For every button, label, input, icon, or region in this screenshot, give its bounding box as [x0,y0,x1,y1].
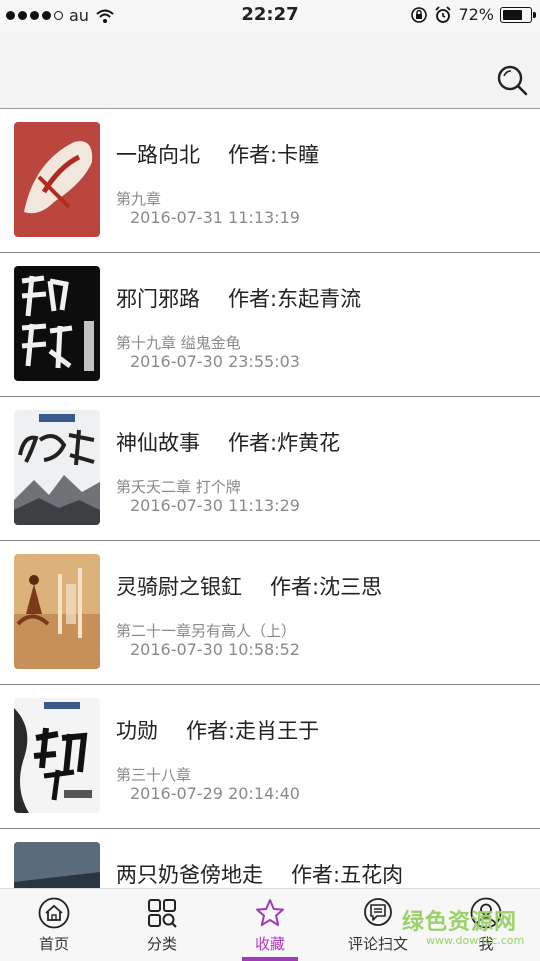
book-title: 功勋 [116,719,158,743]
book-cover [14,122,100,237]
latest-chapter: 第二十一章另有高人（上） [116,622,297,640]
book-title: 一路向北 [116,143,200,167]
tab-category[interactable]: 分类 [108,889,216,961]
book-author: 作者:五花肉 [291,863,404,887]
book-item[interactable]: 灵骑尉之银釭 作者:沈三思 第二十一章另有高人（上） 2016-07-30 10:… [0,541,540,685]
book-cover [14,698,100,813]
update-time: 2016-07-30 11:13:29 [130,496,300,515]
update-time: 2016-07-30 10:58:52 [130,640,300,659]
battery-icon [500,6,536,23]
tab-label: 收藏 [254,935,285,953]
book-title: 神仙故事 [116,431,200,455]
tab-label: 分类 [146,935,177,953]
book-item[interactable]: 两只奶爸傍地走 作者:五花肉 [0,829,540,888]
book-item[interactable]: 神仙故事 作者:炸黄花 第夭夭二章 打个牌 2016-07-30 11:13:29 [0,397,540,541]
update-time: 2016-07-31 11:13:19 [130,208,300,227]
watermark: 绿色资源网 www.downcc.com [402,904,525,950]
book-title: 邪门邪路 [116,287,200,311]
status-bar: au 22:27 72% [0,0,540,32]
favorites-list: 一路向北 作者:卡瞳 第九章 2016-07-31 11:13:19 邪门邪路 作者… [0,109,540,888]
book-title: 灵骑尉之银釭 [116,575,242,599]
book-author: 作者:卡瞳 [228,143,320,167]
home-icon [38,897,70,929]
book-item[interactable]: 功勋 作者:走肖王于 第三十八章 2016-07-29 20:14:40 [0,685,540,829]
book-author: 作者:走肖王于 [186,719,320,743]
top-bar [0,32,540,109]
latest-chapter: 第三十八章 [116,766,192,784]
search-icon[interactable] [496,64,528,96]
category-icon [148,899,177,928]
book-cover [14,554,100,669]
battery-percent: 72% [458,5,494,24]
book-title-row: 一路向北 作者:卡瞳 [116,139,319,169]
alarm-icon [435,5,452,23]
book-title-row: 灵骑尉之银釭 作者:沈三思 [116,571,382,601]
comment-icon [364,898,392,926]
book-title-row: 功勋 作者:走肖王于 [116,715,319,745]
active-tab-indicator [242,957,298,961]
book-title: 两只奶爸傍地走 [116,863,263,887]
watermark-title: 绿色资源网 [402,910,518,935]
tab-home[interactable]: 首页 [0,889,108,961]
book-cover [14,266,100,381]
book-item[interactable]: 一路向北 作者:卡瞳 第九章 2016-07-31 11:13:19 [0,109,540,253]
book-author: 作者:东起青流 [228,287,362,311]
latest-chapter: 第九章 [116,190,162,208]
book-cover [14,842,100,888]
book-cover [14,410,100,525]
book-title-row: 邪门邪路 作者:东起青流 [116,283,361,313]
star-icon [256,899,284,926]
update-time: 2016-07-30 23:55:03 [130,352,300,371]
book-title-row: 神仙故事 作者:炸黄花 [116,427,340,457]
book-author: 作者:炸黄花 [228,431,341,455]
tab-label: 首页 [38,935,69,953]
book-author: 作者:沈三思 [270,575,383,599]
book-title-row: 两只奶爸傍地走 作者:五花肉 [116,859,403,888]
update-time: 2016-07-29 20:14:40 [130,784,300,803]
book-item[interactable]: 邪门邪路 作者:东起青流 第十九章 缢鬼金龟 2016-07-30 23:55:0… [0,253,540,397]
latest-chapter: 第夭夭二章 打个牌 [116,478,241,496]
status-right: 72% [410,5,536,24]
watermark-url: www.downcc.com [426,934,525,947]
latest-chapter: 第十九章 缢鬼金龟 [116,334,241,352]
tab-favorites[interactable]: 收藏 [216,889,324,961]
orientation-lock-icon [411,6,428,23]
